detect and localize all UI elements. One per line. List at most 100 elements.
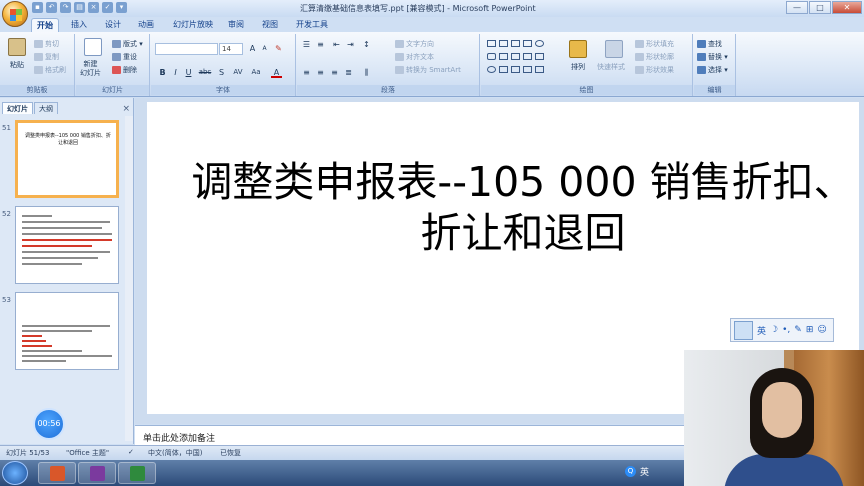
curve-shape-icon[interactable] xyxy=(499,66,508,73)
tab-outline-pane[interactable]: 大纲 xyxy=(34,102,58,114)
print-icon[interactable]: ▤ xyxy=(74,2,85,13)
new-slide-icon[interactable] xyxy=(84,38,102,56)
quick-styles-button[interactable]: 快速样式 xyxy=(597,62,625,72)
underline-button[interactable]: U xyxy=(183,67,194,78)
save-icon[interactable]: ▪ xyxy=(32,2,43,13)
tab-developer[interactable]: 开发工具 xyxy=(291,18,333,32)
delete-slide-button[interactable]: 删除 xyxy=(112,65,137,75)
grow-font-button[interactable]: A xyxy=(247,43,258,54)
arrange-icon[interactable] xyxy=(569,40,587,58)
callout-shape-icon[interactable] xyxy=(535,66,544,73)
reset-button[interactable]: 重设 xyxy=(112,52,137,62)
taskbar-winrar[interactable] xyxy=(78,462,116,484)
shape-fill-button[interactable]: 形状填充 xyxy=(635,39,674,49)
align-text-button[interactable]: 对齐文本 xyxy=(395,52,434,62)
brace-shape-icon[interactable] xyxy=(511,66,520,73)
slide-thumbnail-51[interactable]: 调整类申报表--105 000 销售折扣、折让和退回 xyxy=(15,120,119,198)
undo-icon[interactable]: ↶ xyxy=(46,2,57,13)
triangle-shape-icon[interactable] xyxy=(499,53,508,60)
justify-icon[interactable]: ≣ xyxy=(343,67,354,78)
align-center-icon[interactable]: ≡ xyxy=(315,67,326,78)
slide-thumbnail-52[interactable] xyxy=(15,206,119,284)
block-arrow-shape-icon[interactable] xyxy=(523,53,532,60)
minimize-button[interactable]: — xyxy=(786,1,808,14)
redo-icon[interactable]: ↷ xyxy=(60,2,71,13)
shape-effects-button[interactable]: 形状效果 xyxy=(635,65,674,75)
spell-check-icon[interactable]: ✓ xyxy=(102,2,113,13)
arrow-shape-icon[interactable] xyxy=(511,40,520,47)
font-name-field[interactable] xyxy=(155,43,218,55)
format-painter-button[interactable]: 格式刷 xyxy=(34,65,66,75)
italic-button[interactable]: I xyxy=(170,67,181,78)
line-shape-icon[interactable] xyxy=(499,40,508,47)
ime-handwrite-icon[interactable]: ✎ xyxy=(794,325,802,335)
replace-button[interactable]: 替换 ▾ xyxy=(697,52,728,62)
find-button[interactable]: 查找 xyxy=(697,39,722,49)
textbox-shape-icon[interactable] xyxy=(487,40,496,47)
star-shape-icon[interactable] xyxy=(523,66,532,73)
office-button[interactable] xyxy=(2,1,28,27)
rounded-rect-shape-icon[interactable] xyxy=(487,53,496,60)
select-button[interactable]: 选择 ▾ xyxy=(697,65,728,75)
font-color-button[interactable]: A xyxy=(271,67,282,78)
search-icon[interactable]: Q xyxy=(625,466,636,477)
increase-indent-icon[interactable]: ⇥ xyxy=(345,39,356,50)
font-size-field[interactable]: 14 xyxy=(219,43,243,55)
text-direction-button[interactable]: 文字方向 xyxy=(395,39,434,49)
tab-home[interactable]: 开始 xyxy=(31,18,59,32)
change-case-button[interactable]: Aa xyxy=(249,67,263,78)
maximize-button[interactable]: □ xyxy=(809,1,831,14)
paste-button[interactable]: 粘贴 xyxy=(10,60,24,70)
tab-design[interactable]: 设计 xyxy=(100,18,126,32)
align-left-icon[interactable]: ≡ xyxy=(301,67,312,78)
ime-punctuation-icon[interactable]: •, xyxy=(782,325,790,335)
tab-view[interactable]: 视图 xyxy=(257,18,283,32)
connector-shape-icon[interactable] xyxy=(511,53,520,60)
taskbar-excel[interactable] xyxy=(118,462,156,484)
customize-qat-icon[interactable]: ▾ xyxy=(116,2,127,13)
new-slide-button[interactable]: 新建 幻灯片 xyxy=(80,60,101,78)
ime-lang-toggle[interactable]: 英 xyxy=(757,324,766,337)
line-spacing-icon[interactable]: ↕ xyxy=(361,39,372,50)
tab-review[interactable]: 审阅 xyxy=(223,18,249,32)
language-status[interactable]: 中文(简体，中国) xyxy=(148,448,202,458)
taskbar-powerpoint[interactable] xyxy=(38,462,76,484)
decrease-indent-icon[interactable]: ⇤ xyxy=(331,39,342,50)
smiley-shape-icon[interactable] xyxy=(487,66,496,73)
strikethrough-button[interactable]: abc xyxy=(197,67,213,78)
clear-format-icon[interactable]: ✎ xyxy=(273,43,284,54)
close-doc-icon[interactable]: × xyxy=(88,2,99,13)
slide-thumbnail-53[interactable] xyxy=(15,292,119,370)
tab-insert[interactable]: 插入 xyxy=(66,18,92,32)
bullets-icon[interactable]: ☰ xyxy=(301,39,312,50)
shrink-font-button[interactable]: A xyxy=(259,43,270,54)
tab-slides-pane[interactable]: 幻灯片 xyxy=(2,102,33,114)
quick-styles-icon[interactable] xyxy=(605,40,623,58)
thumbnail-scrollbar[interactable] xyxy=(125,116,133,441)
ime-softkeyboard-icon[interactable]: ⊞ xyxy=(806,325,814,335)
spellcheck-icon[interactable]: ✓ xyxy=(128,448,134,456)
columns-icon[interactable]: ⫼ xyxy=(361,67,372,78)
close-button[interactable]: ✕ xyxy=(832,1,862,14)
oval-shape-icon[interactable] xyxy=(535,40,544,47)
align-right-icon[interactable]: ≡ xyxy=(329,67,340,78)
flowchart-shape-icon[interactable] xyxy=(535,53,544,60)
input-language[interactable]: 英 xyxy=(640,465,649,478)
rectangle-shape-icon[interactable] xyxy=(523,40,532,47)
shadow-button[interactable]: S xyxy=(216,67,227,78)
tab-animations[interactable]: 动画 xyxy=(133,18,159,32)
smartart-button[interactable]: 转换为 SmartArt xyxy=(395,65,461,75)
paste-icon[interactable] xyxy=(8,38,26,56)
layout-button[interactable]: 版式 ▾ xyxy=(112,39,143,49)
numbering-icon[interactable]: ≡ xyxy=(315,39,326,50)
slide-title[interactable]: 调整类申报表--105 000 销售折扣、折让和退回 xyxy=(187,157,859,259)
tab-slideshow[interactable]: 幻灯片放映 xyxy=(168,18,218,32)
arrange-button[interactable]: 排列 xyxy=(571,62,585,72)
start-button[interactable] xyxy=(2,461,28,485)
ime-skin-icon[interactable]: ☺ xyxy=(817,325,826,335)
close-pane-icon[interactable]: × xyxy=(122,104,130,114)
bold-button[interactable]: B xyxy=(157,67,168,78)
cut-button[interactable]: 剪切 xyxy=(34,39,59,49)
ime-halfwidth-icon[interactable]: ☽ xyxy=(770,325,778,335)
shape-outline-button[interactable]: 形状轮廓 xyxy=(635,52,674,62)
